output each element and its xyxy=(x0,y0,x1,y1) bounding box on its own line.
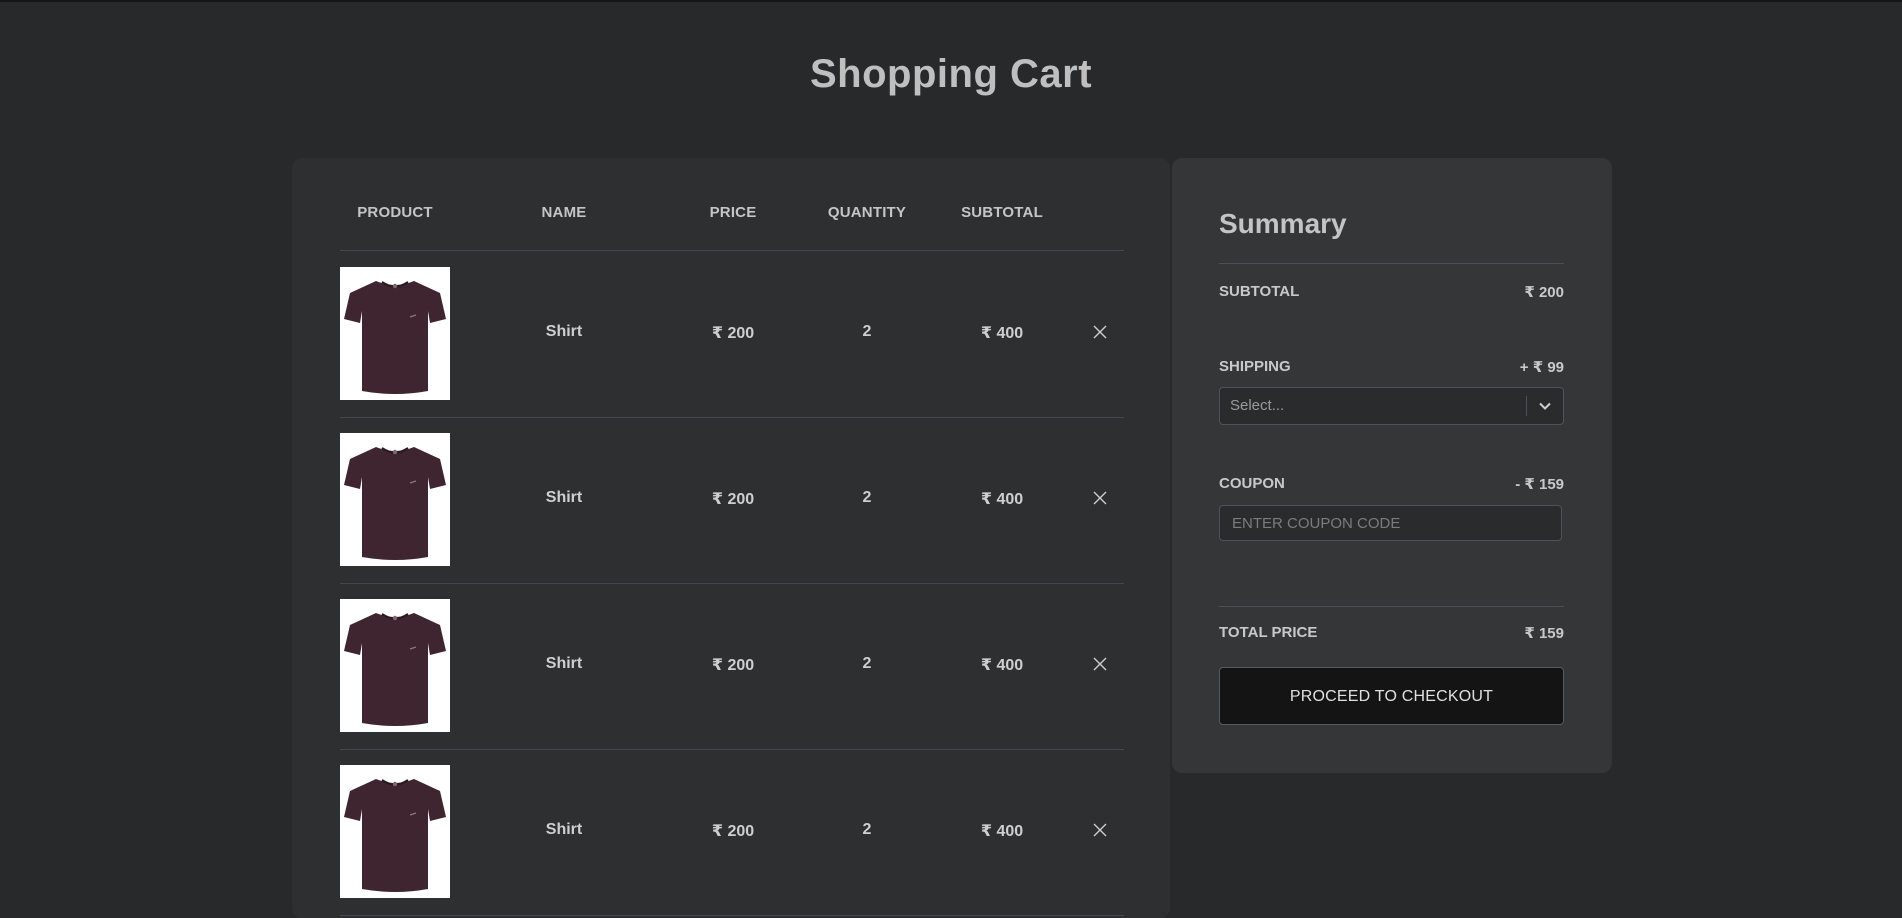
item-name: Shirt xyxy=(545,655,583,672)
shirt-image xyxy=(340,599,450,732)
item-subtotal: ₹ 400 xyxy=(980,325,1024,342)
item-subtotal: ₹ 400 xyxy=(980,491,1024,508)
item-name: Shirt xyxy=(545,821,583,838)
shirt-image xyxy=(340,765,450,898)
shipping-value: + ₹ 99 xyxy=(1519,359,1564,376)
summary-title: Summary xyxy=(1219,208,1347,239)
close-icon[interactable] xyxy=(1093,823,1107,837)
item-quantity: 2 xyxy=(862,821,872,838)
item-subtotal: ₹ 400 xyxy=(980,823,1024,840)
item-name: Shirt xyxy=(545,489,583,506)
shirt-image xyxy=(340,433,450,566)
item-quantity: 2 xyxy=(862,323,872,340)
shipping-label: SHIPPING xyxy=(1219,358,1291,375)
cart-row: Shirt ₹ 200 2 ₹ 400 xyxy=(340,583,1124,750)
coupon-label: COUPON xyxy=(1219,475,1285,492)
item-quantity: 2 xyxy=(862,655,872,672)
select-separator xyxy=(1526,396,1527,416)
cart-row: Shirt ₹ 200 2 ₹ 400 xyxy=(340,251,1124,418)
column-header-product: PRODUCT xyxy=(357,204,433,221)
top-border xyxy=(0,0,1902,2)
cart-table-header: PRODUCT NAME PRICE QUANTITY SUBTOTAL xyxy=(340,204,1124,251)
shirt-icon xyxy=(340,599,450,732)
shirt-image xyxy=(340,267,450,400)
subtotal-label: SUBTOTAL xyxy=(1219,283,1300,300)
column-header-name: NAME xyxy=(541,204,587,221)
total-price-label: TOTAL PRICE xyxy=(1219,624,1318,641)
cart-row: Shirt ₹ 200 2 ₹ 400 xyxy=(340,749,1124,916)
cart-row: Shirt ₹ 200 2 ₹ 400 xyxy=(340,417,1124,584)
shirt-icon xyxy=(340,765,450,898)
coupon-value: - ₹ 159 xyxy=(1515,476,1564,493)
close-icon[interactable] xyxy=(1093,657,1107,671)
cart-panel: PRODUCT NAME PRICE QUANTITY SUBTOTAL Shi… xyxy=(292,158,1170,918)
item-price: ₹ 200 xyxy=(711,491,755,508)
chevron-down-icon[interactable] xyxy=(1537,398,1553,414)
shirt-icon xyxy=(340,267,450,400)
shipping-select-placeholder: Select... xyxy=(1230,397,1285,414)
item-price: ₹ 200 xyxy=(711,823,755,840)
item-name: Shirt xyxy=(545,323,583,340)
item-price: ₹ 200 xyxy=(711,325,755,342)
divider xyxy=(1219,606,1564,607)
page-title: Shopping Cart xyxy=(809,52,1093,96)
shirt-icon xyxy=(340,433,450,566)
item-quantity: 2 xyxy=(862,489,872,506)
close-icon[interactable] xyxy=(1093,491,1107,505)
column-header-price: PRICE xyxy=(709,204,757,221)
column-header-subtotal: SUBTOTAL xyxy=(961,204,1043,221)
item-price: ₹ 200 xyxy=(711,657,755,674)
item-subtotal: ₹ 400 xyxy=(980,657,1024,674)
total-price-value: ₹ 159 xyxy=(1524,625,1564,642)
close-icon[interactable] xyxy=(1093,325,1107,339)
shipping-select[interactable]: Select... xyxy=(1219,387,1564,425)
subtotal-value: ₹ 200 xyxy=(1524,284,1564,301)
coupon-input[interactable] xyxy=(1219,505,1562,541)
proceed-to-checkout-button[interactable]: PROCEED TO CHECKOUT xyxy=(1219,667,1564,725)
column-header-quantity: QUANTITY xyxy=(827,204,907,221)
summary-panel: Summary SUBTOTAL ₹ 200 SHIPPING + ₹ 99 S… xyxy=(1172,158,1612,773)
divider xyxy=(1219,263,1564,264)
